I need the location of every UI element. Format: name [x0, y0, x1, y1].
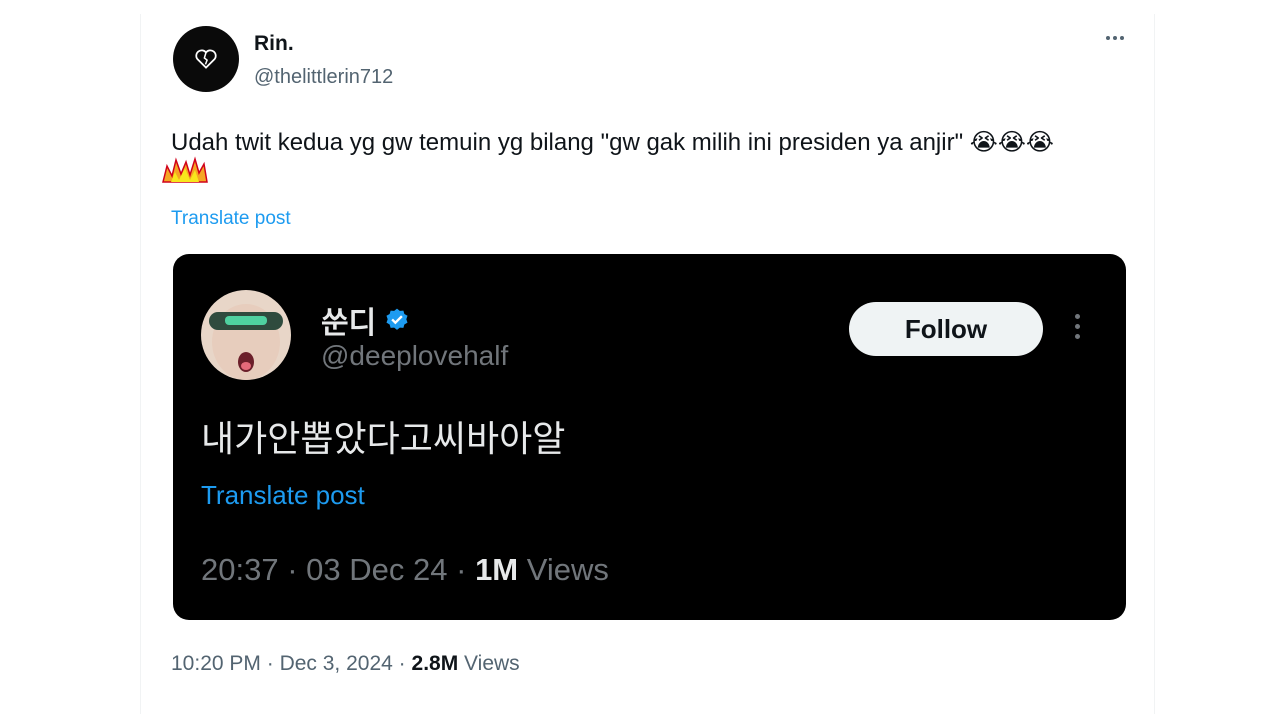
quoted-display-name: 쑨디 — [321, 298, 410, 342]
quoted-views-count: 1M — [475, 552, 519, 587]
tweet-text: Udah twit kedua yg gw temuin yg bilang "… — [171, 129, 1054, 156]
user-handle[interactable]: @thelittlerin712 — [254, 66, 393, 89]
tweet-date[interactable]: Dec 3, 2024 — [280, 652, 393, 675]
follow-button: Follow — [849, 302, 1043, 356]
quoted-user-handle: @deeplovehalf — [321, 340, 509, 371]
tweet-views-count[interactable]: 2.8M — [412, 652, 459, 675]
quoted-date: 03 Dec 24 — [306, 552, 448, 587]
display-name[interactable]: Rin. — [254, 32, 294, 56]
broken-heart-icon — [195, 49, 217, 69]
quoted-views-label: Views — [526, 552, 609, 587]
tweet-time[interactable]: 10:20 PM — [171, 652, 261, 675]
user-avatar[interactable] — [173, 26, 239, 92]
quoted-tweet-text: 내가안뽑았다고씨바아알 — [201, 418, 566, 459]
face-avatar-icon — [209, 304, 283, 380]
tweet-meta: 10:20 PM · Dec 3, 2024 · 2.8M Views — [171, 652, 520, 676]
tweet-card: Rin. @thelittlerin712 Udah twit kedua yg… — [140, 14, 1155, 714]
fire-sticker-icon — [162, 156, 208, 183]
translate-post-link[interactable]: Translate post — [171, 208, 291, 230]
meta-separator: · — [266, 652, 274, 675]
more-vertical-icon — [1075, 314, 1080, 339]
meta-separator: · — [398, 652, 406, 675]
verified-badge-icon — [386, 308, 408, 330]
quoted-time: 20:37 — [201, 552, 279, 587]
quoted-tweet-screenshot: 쑨디 @deeplovehalf Follow 내가안뽑았다고씨바아알 Tran… — [173, 254, 1126, 620]
tweet-views-label[interactable]: Views — [464, 652, 520, 675]
quoted-display-name-text: 쑨디 — [321, 307, 377, 340]
quoted-user-avatar — [201, 290, 291, 380]
meta-separator: · — [456, 552, 467, 587]
quoted-tweet-meta: 20:37 · 03 Dec 24 · 1M Views — [201, 552, 609, 588]
more-horizontal-icon[interactable] — [1106, 36, 1124, 40]
quoted-translate-link: Translate post — [201, 480, 365, 510]
meta-separator: · — [287, 552, 298, 587]
